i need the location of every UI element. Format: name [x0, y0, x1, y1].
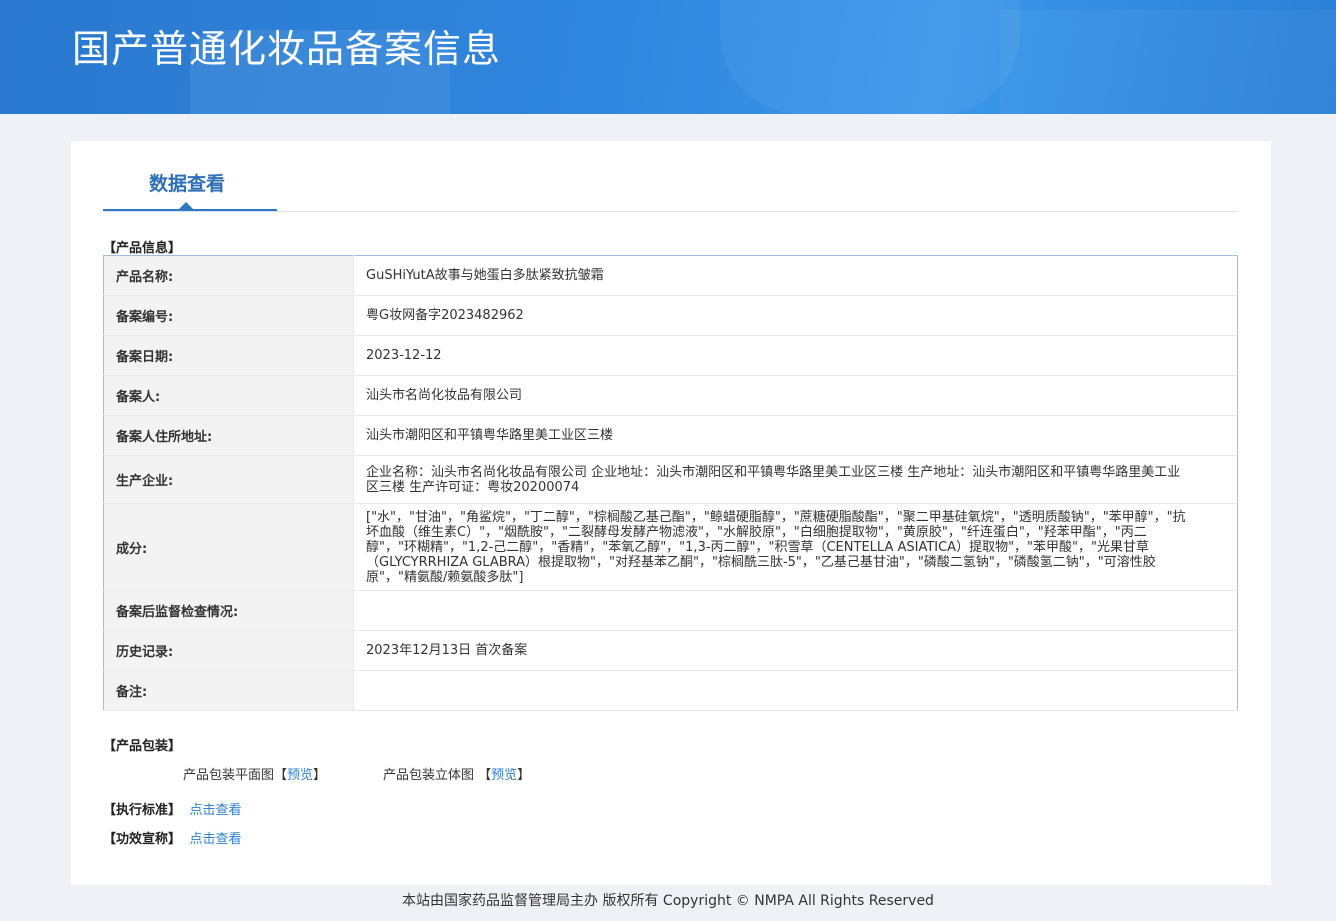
row-value — [353, 590, 1238, 631]
table-row: 备案后监督检查情况: — [103, 590, 1238, 631]
table-row: 成分: ["水"，"甘油"，"角鲨烷"，"丁二醇"，"棕榈酸乙基己酯"，"鲸蜡硬… — [103, 503, 1238, 591]
section-title-efficacy: 【功效宣称】 — [103, 832, 182, 847]
row-label: 成分: — [103, 503, 354, 591]
row-value: 粤G妆网备字2023482962 — [353, 295, 1238, 336]
row-label: 备案后监督检查情况: — [103, 590, 354, 631]
table-row: 历史记录: 2023年12月13日 首次备案 — [103, 630, 1238, 671]
bracket: 【 — [274, 768, 288, 783]
section-title-package: 【产品包装】 — [103, 739, 182, 754]
footer-copyright: 本站由国家药品监督管理局主办 版权所有 Copyright © NMPA All… — [402, 893, 934, 909]
row-value: ["水"，"甘油"，"角鲨烷"，"丁二醇"，"棕榈酸乙基己酯"，"鲸蜡硬脂醇"，… — [353, 503, 1238, 591]
row-label: 备注: — [103, 670, 354, 711]
row-value: 汕头市潮阳区和平镇粤华路里美工业区三楼 — [353, 415, 1238, 456]
package-solid-label: 产品包装立体图 — [383, 768, 475, 783]
row-label: 备案人住所地址: — [103, 415, 354, 456]
banner-decoration — [720, 0, 1020, 114]
table-row: 产品名称: GuSHiYutA故事与她蛋白多肽紧致抗皱霜 — [103, 255, 1238, 296]
row-value — [353, 670, 1238, 711]
page-title: 国产普通化妆品备案信息 — [72, 27, 502, 71]
efficacy-view-link[interactable]: 点击查看 — [190, 832, 242, 847]
section-title-standard: 【执行标准】 — [103, 803, 182, 818]
package-solid-item: 产品包装立体图 【预览】 — [383, 764, 530, 783]
section-efficacy: 【功效宣称】 点击查看 — [103, 828, 242, 847]
package-flat-label: 产品包装平面图 — [183, 768, 275, 783]
preview-solid-link[interactable]: 预览 — [491, 768, 517, 783]
main-card: 数据查看 【产品信息】 产品名称: GuSHiYutA故事与她蛋白多肽紧致抗皱霜… — [71, 141, 1271, 885]
row-label: 生产企业: — [103, 455, 354, 504]
row-value: 2023-12-12 — [353, 335, 1238, 376]
row-label: 备案编号: — [103, 295, 354, 336]
product-info-table: 产品名称: GuSHiYutA故事与她蛋白多肽紧致抗皱霜 备案编号: 粤G妆网备… — [103, 255, 1238, 711]
table-row: 备案编号: 粤G妆网备字2023482962 — [103, 295, 1238, 336]
row-value: 汕头市名尚化妆品有限公司 — [353, 375, 1238, 416]
row-label: 产品名称: — [103, 255, 354, 296]
row-label: 备案日期: — [103, 335, 354, 376]
bracket: 【 — [478, 768, 492, 783]
row-label: 备案人: — [103, 375, 354, 416]
table-row: 备案人: 汕头市名尚化妆品有限公司 — [103, 375, 1238, 416]
row-label: 历史记录: — [103, 630, 354, 671]
table-row: 备案日期: 2023-12-12 — [103, 335, 1238, 376]
bracket: 】 — [313, 768, 327, 783]
section-standard: 【执行标准】 点击查看 — [103, 799, 242, 818]
banner-decoration — [1000, 10, 1336, 114]
row-value: 2023年12月13日 首次备案 — [353, 630, 1238, 671]
row-value: 企业名称：汕头市名尚化妆品有限公司 企业地址：汕头市潮阳区和平镇粤华路里美工业区… — [353, 455, 1238, 504]
bracket: 】 — [517, 768, 531, 783]
package-flat-item: 产品包装平面图【预览】 — [183, 764, 326, 783]
table-row: 生产企业: 企业名称：汕头市名尚化妆品有限公司 企业地址：汕头市潮阳区和平镇粤华… — [103, 455, 1238, 504]
preview-flat-link[interactable]: 预览 — [287, 768, 313, 783]
standard-view-link[interactable]: 点击查看 — [190, 803, 242, 818]
tab-label: 数据查看 — [149, 173, 226, 195]
tab-caret-icon — [179, 202, 193, 209]
row-value: GuSHiYutA故事与她蛋白多肽紧致抗皱霜 — [353, 255, 1238, 296]
table-row: 备注: — [103, 670, 1238, 711]
header-banner: 国产普通化妆品备案信息 — [0, 0, 1336, 114]
section-title-product-info: 【产品信息】 — [103, 241, 182, 256]
tab-bar: 数据查看 — [103, 141, 1238, 212]
table-row: 备案人住所地址: 汕头市潮阳区和平镇粤华路里美工业区三楼 — [103, 415, 1238, 456]
tab-data-view[interactable]: 数据查看 — [103, 141, 277, 211]
